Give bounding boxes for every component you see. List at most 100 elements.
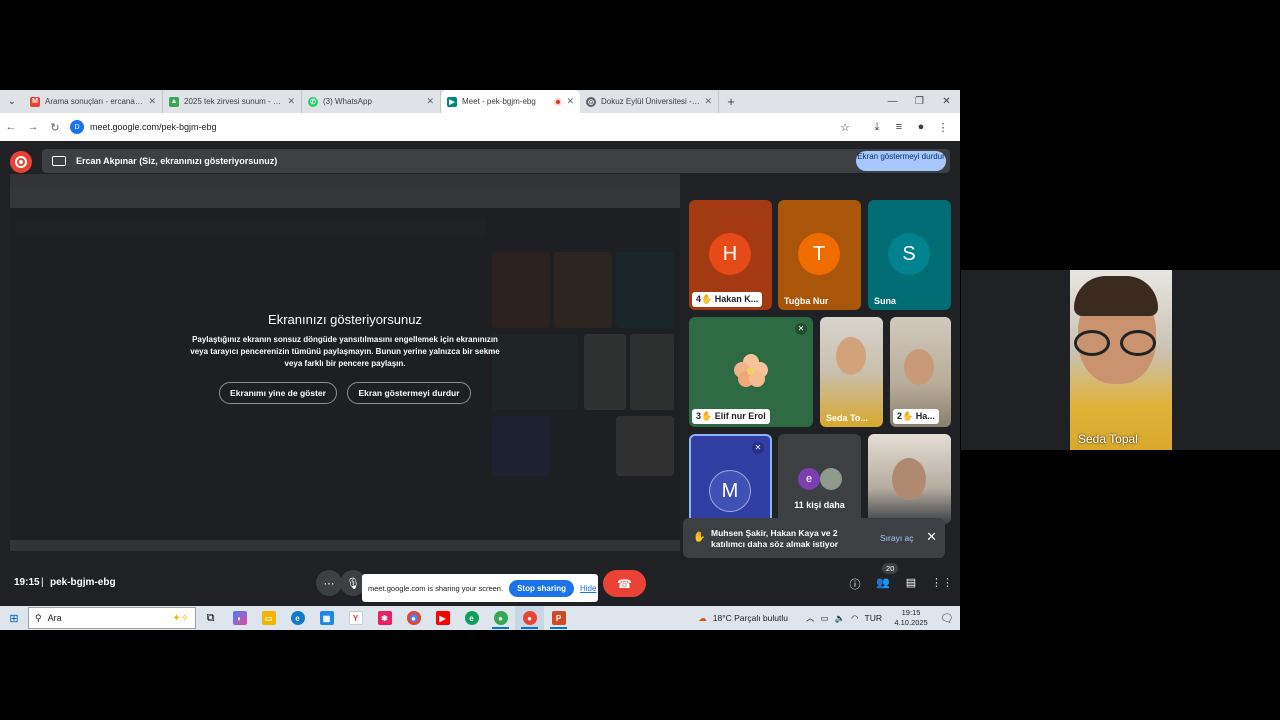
floating-self-view[interactable]: Seda Topal <box>961 270 1280 450</box>
muted-mic-icon: ✕ <box>795 323 807 335</box>
language-indicator[interactable]: TUR <box>865 613 882 623</box>
participant-name: Suna <box>874 296 897 306</box>
maximize-icon[interactable]: ❐ <box>906 90 933 113</box>
site-info-icon[interactable]: D <box>70 120 84 134</box>
participant-tile[interactable]: Seda To... <box>820 317 883 427</box>
volume-icon[interactable]: 🔈 <box>835 613 846 624</box>
info-icon[interactable]: ⓘ <box>847 576 863 592</box>
hide-link[interactable]: Hide <box>580 584 596 593</box>
download-icon[interactable]: ⤓ <box>866 121 888 134</box>
tab-search-icon[interactable]: ⌄ <box>0 90 24 113</box>
close-icon[interactable]: ✕ <box>148 96 156 107</box>
more-participants-tile[interactable]: e 11 kişi daha <box>778 434 861 524</box>
stop-sharing-button[interactable]: Stop sharing <box>509 579 574 597</box>
close-icon[interactable]: ✕ <box>926 529 937 545</box>
glasses-icon <box>1120 330 1156 356</box>
tab-gmail[interactable]: M Arama sonuçları - ercanakpina ✕ <box>24 90 163 113</box>
taskbar-clock[interactable]: 19:15 4.10.2025 <box>888 608 934 628</box>
task-view-icon[interactable]: ⧉ <box>196 606 225 630</box>
notification-icon[interactable]: 🗨 <box>940 612 954 625</box>
more-options-button[interactable]: ⋯ <box>316 570 342 596</box>
reading-list-icon[interactable]: ≡ <box>888 121 910 133</box>
participant-tile[interactable]: T Tuğba Nur <box>778 200 861 310</box>
taskbar-search[interactable]: ⚲ Ara ✦✧ <box>28 607 196 629</box>
camera-video <box>904 349 934 385</box>
tab-meet[interactable]: ▶ Meet - pek-bgjm-ebg ✕ <box>441 90 580 113</box>
puzzle-app-icon[interactable]: ✱ <box>370 606 399 630</box>
hair-region <box>1074 276 1158 316</box>
more-menu-icon[interactable]: ⋮ <box>932 121 954 134</box>
raised-hands-notice: ✋ Muhsen Şakir, Hakan Kaya ve 2 katılımc… <box>683 518 945 558</box>
participant-name: 4✋ Hakan K... <box>692 292 763 307</box>
flower-avatar <box>734 354 768 387</box>
tab-deu[interactable]: ◎ Dokuz Eylül Üniversitesi - Bilgi ✕ <box>580 90 719 113</box>
address-bar[interactable]: D meet.google.com/pek-bgjm-ebg <box>70 116 870 138</box>
participant-tile[interactable] <box>868 434 951 524</box>
tab-strip: ⌄ M Arama sonuçları - ercanakpina ✕ ▲ 20… <box>0 90 960 113</box>
participant-tile[interactable]: S Suna <box>868 200 951 310</box>
system-tray: ☁ 18°C Parçalı bulutlu ︿ ▭ 🔈 ◠ TUR 19:15… <box>698 606 960 630</box>
copilot-icon[interactable]: ◐ <box>225 606 254 630</box>
windows-start-icon[interactable]: ⊞ <box>0 612 28 625</box>
browser-window: ⌄ M Arama sonuçları - ercanakpina ✕ ▲ 20… <box>0 90 960 630</box>
tray-expand-icon[interactable]: ︿ <box>806 612 815 624</box>
tab-drive[interactable]: ▲ 2025 tek zirvesi sunum - Goog ✕ <box>163 90 302 113</box>
whatsapp-icon: ✆ <box>308 96 318 107</box>
file-explorer-icon[interactable]: ▭ <box>254 606 283 630</box>
minimize-icon[interactable]: — <box>879 90 906 113</box>
yandex-icon[interactable]: Y <box>341 606 370 630</box>
network-icon[interactable]: ▭ <box>821 613 829 624</box>
forward-icon[interactable]: → <box>22 121 44 133</box>
chrome-window-icon[interactable]: ● <box>486 606 515 630</box>
tab-label: Dokuz Eylül Üniversitesi - Bilgi <box>601 97 701 106</box>
raise-hand-icon: ✋ <box>693 532 706 543</box>
people-count-badge: 20 <box>882 563 899 574</box>
powerpoint-icon[interactable]: P <box>544 606 573 630</box>
participant-tile[interactable]: ✕ M <box>689 434 772 524</box>
globe-icon: ◎ <box>586 96 596 107</box>
tab-label: (3) WhatsApp <box>323 97 372 106</box>
reload-icon[interactable]: ↻ <box>44 121 66 134</box>
weather-text[interactable]: 18°C Parçalı bulutlu <box>713 613 788 623</box>
clock-date: 4.10.2025 <box>894 618 928 627</box>
activities-icon[interactable]: ⋮⋮ <box>931 576 953 589</box>
presenting-bar: Ercan Akpınar (Siz, ekranınızı gösteriyo… <box>42 149 950 173</box>
camera-video: Seda Topal <box>1070 270 1172 450</box>
close-icon[interactable]: ✕ <box>566 96 574 107</box>
show-anyway-button[interactable]: Ekranımı yine de göster <box>219 382 337 404</box>
presenter-text: Ercan Akpınar (Siz, ekranınızı gösteriyo… <box>76 156 278 166</box>
stop-presenting-button[interactable]: Ekran göstermeyi durdur <box>856 151 946 171</box>
wifi-icon[interactable]: ◠ <box>851 613 858 624</box>
tab-whatsapp[interactable]: ✆ (3) WhatsApp ✕ <box>302 90 441 113</box>
chat-icon[interactable]: ▤ <box>903 576 919 589</box>
participant-tile[interactable]: H 4✋ Hakan K... <box>689 200 772 310</box>
people-icon[interactable]: 👥 <box>875 576 891 589</box>
camera-video <box>836 337 866 375</box>
self-view-name: Seda Topal <box>1078 432 1138 446</box>
youtube-icon[interactable]: ▶ <box>428 606 457 630</box>
participant-tile[interactable]: 2✋ Ha... <box>890 317 951 427</box>
stop-sharing-overlay-button[interactable]: Ekran göstermeyi durdur <box>347 382 471 404</box>
chrome-icon[interactable]: ● <box>399 606 428 630</box>
recording-indicator-icon[interactable] <box>10 151 32 173</box>
bookmark-star-icon[interactable]: ☆ <box>834 121 856 134</box>
profile-icon[interactable]: ● <box>910 121 932 133</box>
participant-name: 2✋ Ha... <box>893 409 939 424</box>
leave-call-button[interactable]: ☎ <box>603 570 646 597</box>
edge-browser-icon[interactable]: e <box>457 606 486 630</box>
close-icon[interactable]: ✕ <box>704 96 712 107</box>
sparkle-icon: ✦✧ <box>172 612 189 624</box>
edge-icon[interactable]: e <box>283 606 312 630</box>
new-tab-button[interactable]: + <box>719 94 743 109</box>
chrome-active-window-icon[interactable]: ● <box>515 606 544 630</box>
close-icon[interactable]: ✕ <box>426 96 434 107</box>
windows-taskbar: ⊞ ⚲ Ara ✦✧ ⧉ ◐ ▭ e ▦ Y ✱ ● ▶ e ● ● P ☁ 1… <box>0 606 960 630</box>
participant-tile[interactable]: ✕ 3✋ Elif nur Erol <box>689 317 813 427</box>
calendar-app-icon[interactable]: ▦ <box>312 606 341 630</box>
more-count: 11 kişi daha <box>794 500 845 510</box>
close-window-icon[interactable]: ✕ <box>933 90 960 113</box>
close-icon[interactable]: ✕ <box>287 96 295 107</box>
back-icon[interactable]: ← <box>0 121 22 133</box>
open-queue-link[interactable]: Sırayı aç <box>880 533 914 543</box>
screen: ⌄ M Arama sonuçları - ercanakpina ✕ ▲ 20… <box>0 0 1280 720</box>
